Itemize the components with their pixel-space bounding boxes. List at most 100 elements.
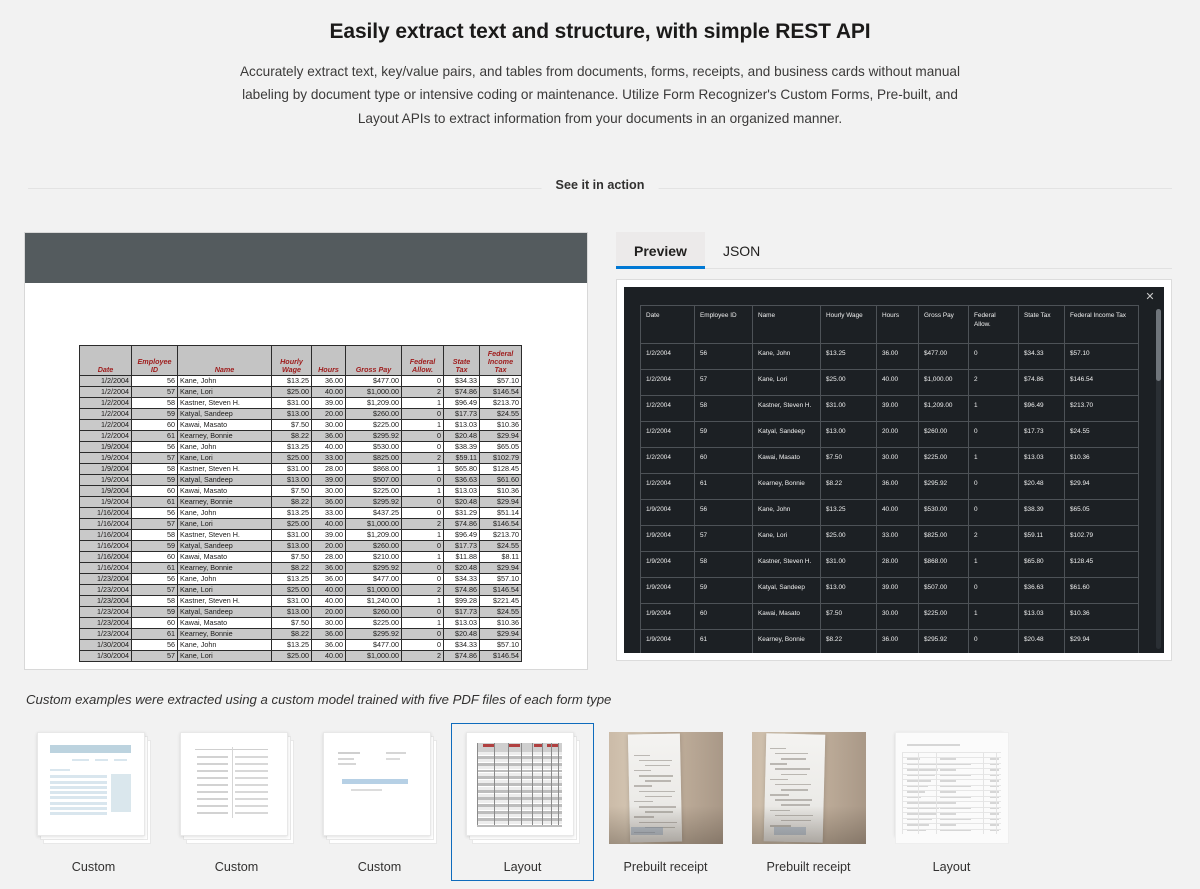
extracted-table-cell: $24.55 (1064, 421, 1139, 449)
extracted-table-cell: Kearney, Bonnie (752, 473, 821, 501)
preview-scrollbar[interactable] (1156, 309, 1161, 650)
source-table-cell: 1 (401, 551, 444, 564)
thumbnail-image (751, 732, 866, 845)
source-table-cell: $1,240.00 (345, 595, 402, 608)
source-table-cell: $34.33 (443, 639, 480, 652)
extracted-table-cell: 1/9/2004 (640, 525, 695, 553)
source-table-cell: $868.00 (345, 463, 402, 476)
close-icon[interactable]: ✕ (1144, 291, 1156, 303)
source-table-cell: 57 (131, 386, 178, 399)
example-thumbnail-prebuilt-receipt[interactable]: Prebuilt receipt (594, 723, 737, 881)
scrollbar-thumb[interactable] (1156, 309, 1161, 382)
extracted-table-cell: $13.00 (820, 421, 877, 449)
source-table-cell: 0 (401, 573, 444, 586)
source-table-cell: $13.00 (271, 540, 312, 553)
preview-surface[interactable]: ✕ Date Employee ID Name Hourly Wage Hours Gro… (624, 287, 1164, 654)
source-table-cell: $25.00 (271, 452, 312, 465)
source-table-cell: 1/9/2004 (79, 452, 132, 465)
extracted-table-cell: $10.36 (1064, 603, 1139, 631)
extracted-table-cell: $59.11 (1018, 525, 1065, 553)
source-table-cell: 2 (401, 584, 444, 597)
source-table-cell: 1/23/2004 (79, 606, 132, 619)
extracted-table-cell: 33.00 (876, 525, 919, 553)
source-table-cell: 58 (131, 463, 178, 476)
source-table-cell: $7.50 (271, 485, 312, 498)
source-table-cell: $213.70 (479, 529, 522, 542)
source-table-cell: 56 (131, 507, 178, 520)
thumbnail-image (465, 732, 580, 845)
extracted-table-cell: $260.00 (918, 421, 969, 449)
extracted-table-cell: 30.00 (876, 447, 919, 475)
source-col-header: Date (79, 345, 132, 377)
extracted-table-cell: $65.05 (1064, 499, 1139, 527)
source-table-cell: 60 (131, 617, 178, 630)
source-table-cell: $74.86 (443, 386, 480, 399)
extracted-table-cell: Kane, Lori (752, 525, 821, 553)
source-table-row: 1/2/2004 60 Kawai, Masato $7.50 30.00 $225.00… (79, 419, 522, 432)
source-table-cell: 61 (131, 562, 178, 575)
source-table-cell: $225.00 (345, 617, 402, 630)
source-col-header: Name (177, 345, 272, 377)
thumbnail-image (322, 732, 437, 845)
extracted-table-cell: Kawai, Masato (752, 603, 821, 631)
thumb-invoice-art (45, 740, 137, 828)
source-table-cell: 36.00 (311, 375, 346, 388)
source-table-cell: 1/23/2004 (79, 628, 132, 641)
result-tabs[interactable]: Preview JSON (616, 232, 1172, 270)
extracted-table-cell: $31.00 (820, 551, 877, 579)
source-table-cell: Kawai, Masato (177, 617, 272, 630)
source-table-cell: $8.22 (271, 430, 312, 443)
example-thumbnail-custom[interactable]: Custom (165, 723, 308, 881)
source-table-cell: $10.36 (479, 617, 522, 630)
extracted-col-header: Federal Income Tax (1064, 305, 1139, 345)
example-thumbnail-layout[interactable]: Layout (880, 723, 1023, 881)
document-page[interactable]: Date Employee ID Name Hourly Wage Hours Gross P… (25, 283, 587, 670)
source-table-cell: 1/9/2004 (79, 463, 132, 476)
example-thumbnail-custom[interactable]: Custom (308, 723, 451, 881)
source-table-cell: 1/16/2004 (79, 529, 132, 542)
source-table-cell: 39.00 (311, 529, 346, 542)
extracted-table-cell: $225.00 (918, 447, 969, 475)
source-table-cell: 1/2/2004 (79, 408, 132, 421)
document-viewer[interactable]: Date Employee ID Name Hourly Wage Hours Gross P… (24, 232, 588, 671)
source-table-cell: Kawai, Masato (177, 419, 272, 432)
example-thumbnail-custom[interactable]: Custom (22, 723, 165, 881)
tab-json[interactable]: JSON (705, 232, 778, 268)
extracted-table-cell: $868.00 (918, 551, 969, 579)
source-table-cell: 1/23/2004 (79, 573, 132, 586)
extracted-table-cell: $825.00 (918, 525, 969, 553)
document-viewer-toolbar (25, 233, 587, 284)
extracted-table-cell: 39.00 (876, 577, 919, 605)
example-thumbnail-layout[interactable]: Layout (451, 723, 594, 882)
extracted-table-cell: 40.00 (876, 369, 919, 397)
source-table-cell: 1/23/2004 (79, 617, 132, 630)
source-table-cell: 1/23/2004 (79, 595, 132, 608)
source-table-cell: $74.86 (443, 650, 480, 663)
extracted-table-cell: $102.79 (1064, 525, 1139, 553)
source-table-cell: $13.00 (271, 474, 312, 487)
source-table-cell: 1/9/2004 (79, 474, 132, 487)
source-table-cell: 61 (131, 430, 178, 443)
source-table-cell: Kane, John (177, 639, 272, 652)
source-table-cell: $24.55 (479, 408, 522, 421)
source-table-row: 1/2/2004 59 Katyal, Sandeep $13.00 20.00 $260… (79, 408, 522, 421)
extracted-table-cell: 1/9/2004 (640, 551, 695, 579)
example-thumbnail-prebuilt-receipt[interactable]: Prebuilt receipt (737, 723, 880, 881)
extracted-table-cell: 1/2/2004 (640, 447, 695, 475)
tab-preview[interactable]: Preview (616, 232, 705, 270)
source-table-cell: Katyal, Sandeep (177, 606, 272, 619)
source-table-cell: Kane, Lori (177, 584, 272, 597)
source-table-cell: 1/23/2004 (79, 584, 132, 597)
source-table-row: 1/23/2004 60 Kawai, Masato $7.50 30.00 $225.0… (79, 617, 522, 630)
source-table-cell: Kearney, Bonnie (177, 628, 272, 641)
source-table-cell: $25.00 (271, 650, 312, 663)
source-table-cell: $146.54 (479, 518, 522, 531)
extracted-table-cell: $20.48 (1018, 473, 1065, 501)
source-table-cell: 1/30/2004 (79, 650, 132, 663)
source-table-cell: $31.29 (443, 507, 480, 520)
source-table-row: 1/23/2004 61 Kearney, Bonnie $8.22 36.00 $295… (79, 628, 522, 641)
source-table-row: 1/23/2004 59 Katyal, Sandeep $13.00 20.00 $26… (79, 606, 522, 619)
extracted-table-cell: 1 (968, 447, 1019, 475)
thumbnail-label: Custom (357, 860, 402, 875)
extracted-table-cell: $61.60 (1064, 577, 1139, 605)
